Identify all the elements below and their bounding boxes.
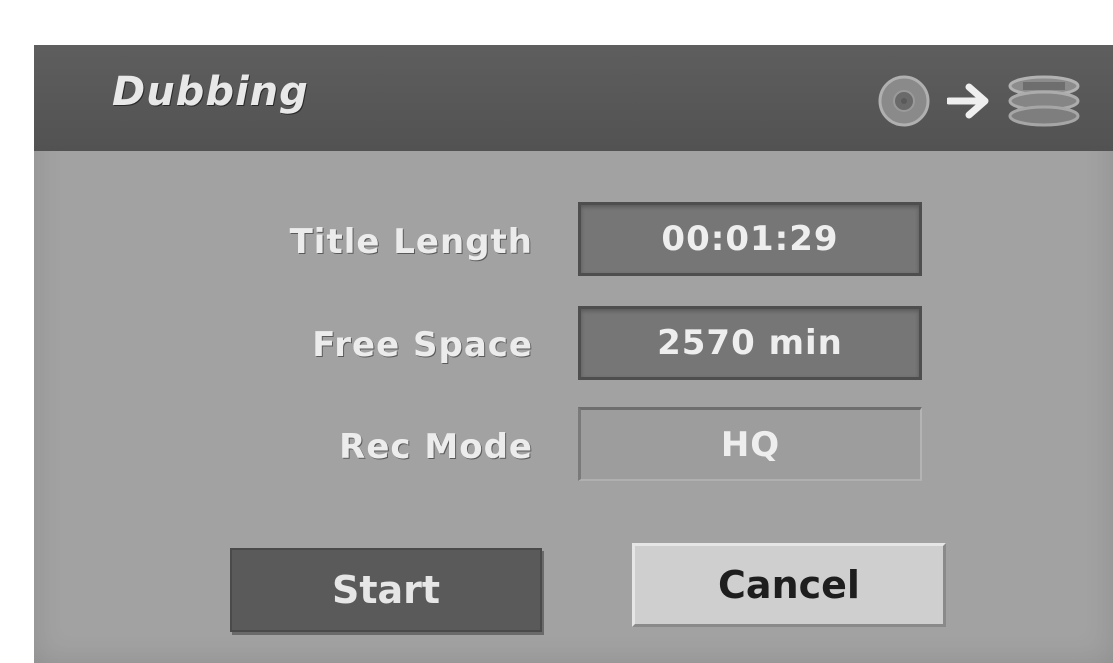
title-length-value: 00:01:29 <box>578 202 922 276</box>
disc-icon <box>878 75 930 127</box>
free-space-value: 2570 min <box>578 306 922 380</box>
free-space-label: Free Space <box>312 325 533 365</box>
start-button[interactable]: Start <box>230 548 542 632</box>
rec-mode-label: Rec Mode <box>339 427 533 467</box>
title-length-label: Title Length <box>289 222 533 262</box>
cancel-button[interactable]: Cancel <box>632 543 946 627</box>
dialog-title: Dubbing <box>112 69 309 115</box>
dubbing-dialog: Dubbing Title Length 00:01:29 Free Space… <box>34 45 1113 663</box>
direction-indicator <box>875 73 1083 129</box>
tape-stack-icon <box>1008 75 1080 127</box>
rec-mode-value[interactable]: HQ <box>578 407 922 481</box>
arrow-right-icon <box>947 83 989 119</box>
dialog-titlebar: Dubbing <box>34 45 1113 151</box>
